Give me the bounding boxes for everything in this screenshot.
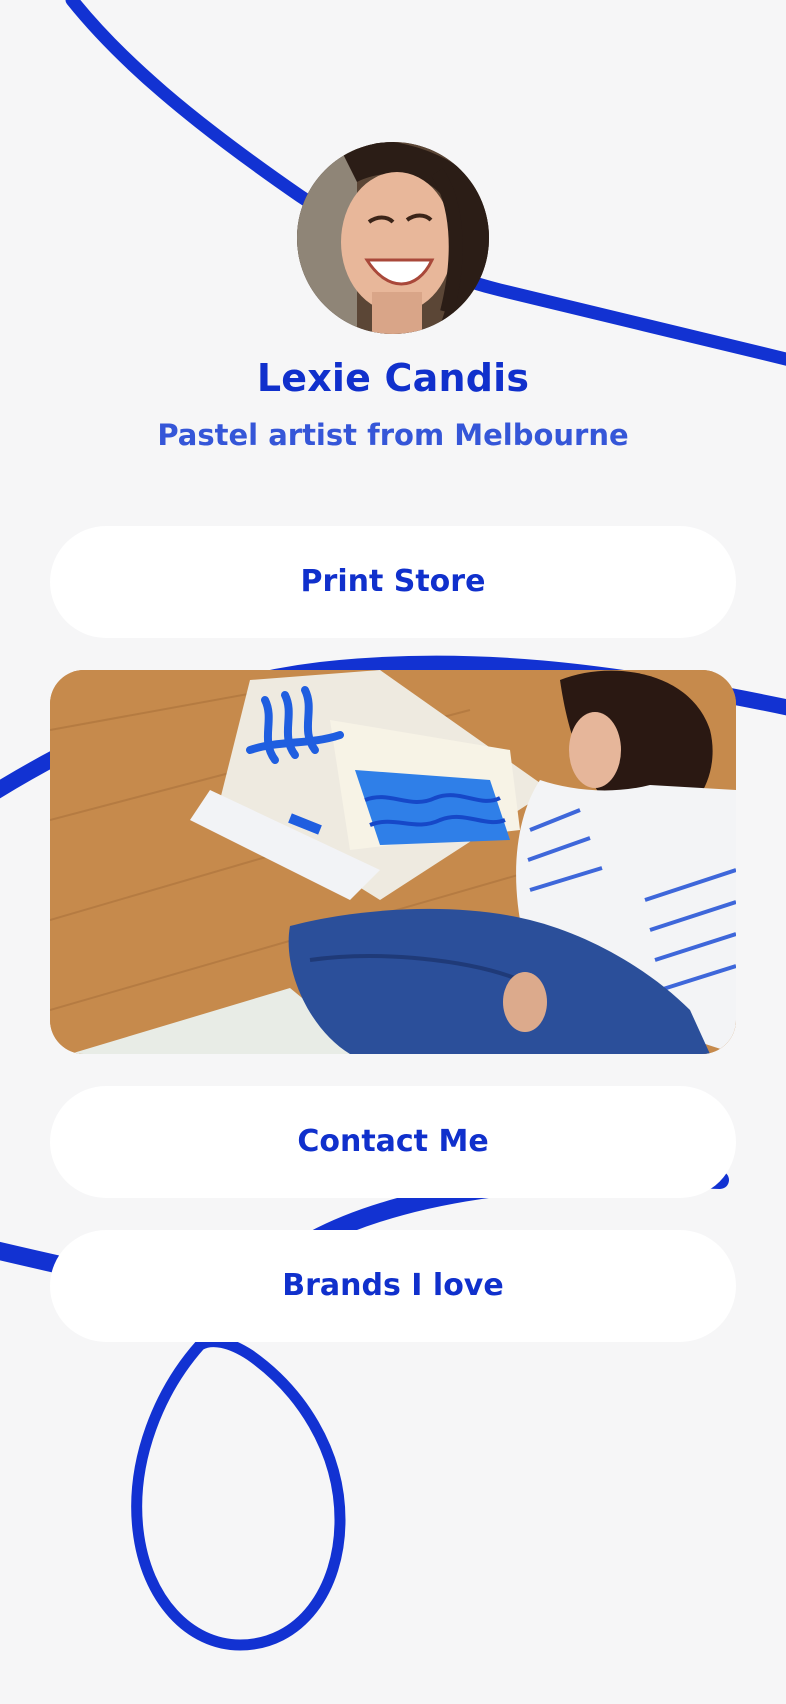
- portrait-photo-icon: [297, 142, 489, 334]
- brands-i-love-button[interactable]: Brands I love: [50, 1230, 736, 1342]
- feature-image: [50, 670, 736, 1054]
- contact-me-button[interactable]: Contact Me: [50, 1086, 736, 1198]
- profile-name: Lexie Candis: [256, 356, 530, 400]
- linktree-page: Lexie Candis Pastel artist from Melbourn…: [0, 0, 786, 1704]
- profile-bio: Pastel artist from Melbourne: [157, 418, 629, 452]
- avatar: [297, 142, 489, 334]
- print-store-button[interactable]: Print Store: [50, 526, 736, 638]
- artist-painting-photo-icon: [50, 670, 736, 1054]
